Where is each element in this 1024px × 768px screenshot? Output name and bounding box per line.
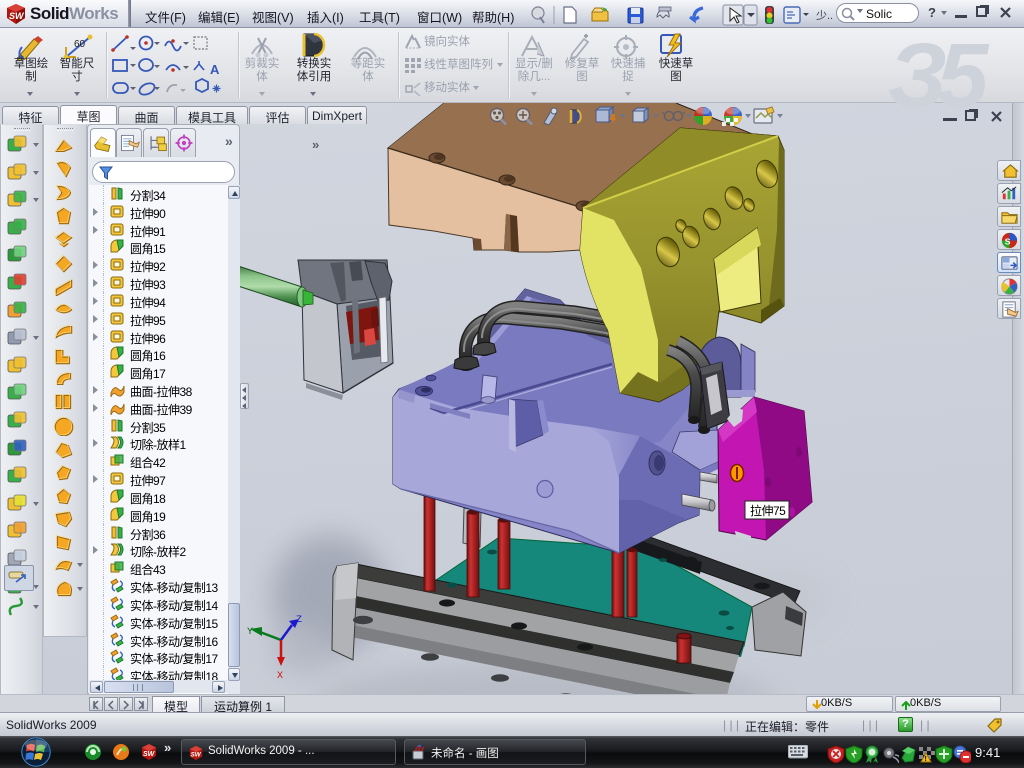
svg-text:Y: Y xyxy=(247,627,253,638)
svg-text:少..: 少.. xyxy=(816,9,833,22)
svg-text:S: S xyxy=(1005,236,1011,246)
svg-text:SW: SW xyxy=(9,11,25,21)
svg-text:Z: Z xyxy=(296,615,302,626)
svg-text:SW: SW xyxy=(143,751,156,758)
svg-text:拉伸75: 拉伸75 xyxy=(750,503,786,518)
svg-text:A: A xyxy=(210,62,220,77)
svg-text:SW: SW xyxy=(191,752,202,759)
svg-text:60: 60 xyxy=(74,39,86,50)
svg-text:X: X xyxy=(277,671,283,682)
svg-text:!: ! xyxy=(925,756,927,763)
